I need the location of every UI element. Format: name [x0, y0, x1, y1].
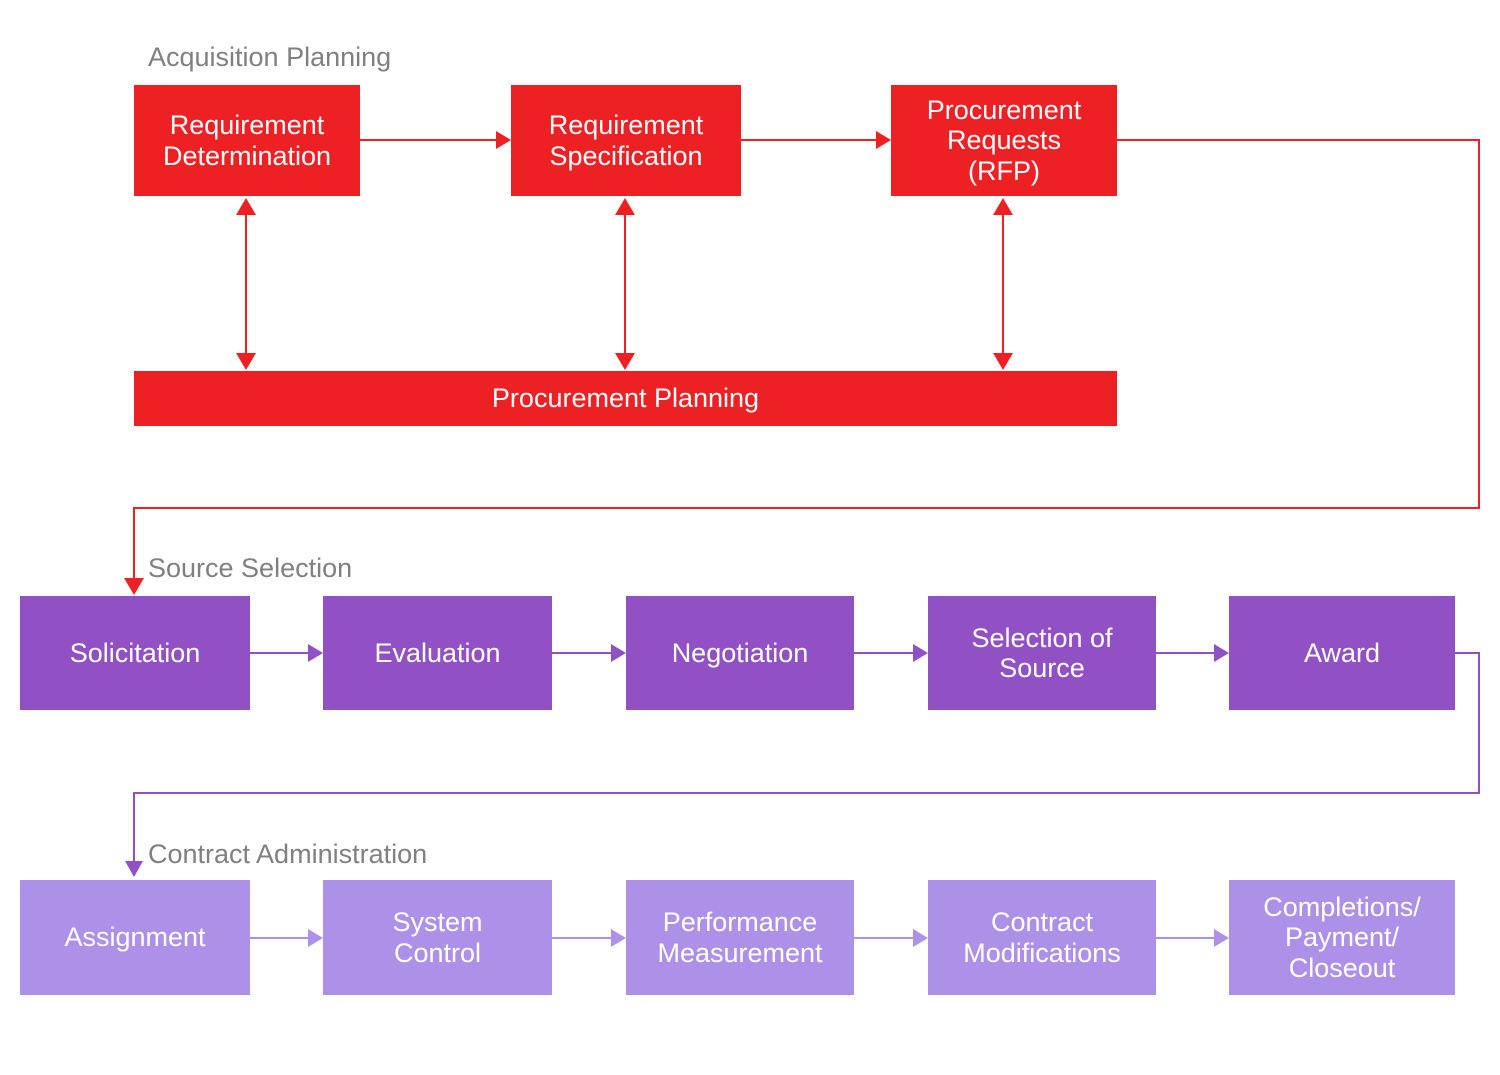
connector-system-to-performance-line	[552, 937, 611, 939]
node-performance-measurement[interactable]: Performance Measurement	[626, 880, 854, 995]
connector-reqdet-to-reqspec-line	[360, 139, 496, 141]
connector-evaluation-to-negotiation-arrowhead	[611, 644, 626, 662]
connector-rfp-to-solicitation-seg-right	[1478, 139, 1480, 509]
node-evaluation[interactable]: Evaluation	[323, 596, 552, 710]
connector-rfp-planning-arrowhead-down	[993, 353, 1013, 370]
connector-reqspec-planning-arrowhead-up	[615, 198, 635, 215]
node-requirement-determination[interactable]: Requirement Determination	[134, 85, 360, 196]
connector-modifications-to-completions-line	[1156, 937, 1214, 939]
connector-selection-to-award-line	[1156, 652, 1214, 654]
connector-assignment-to-system-line	[250, 937, 308, 939]
section-label-contract-administration: Contract Administration	[148, 839, 428, 869]
connector-performance-to-modifications-arrowhead	[913, 929, 928, 947]
connector-reqspec-to-rfp-line	[741, 139, 876, 141]
connector-negotiation-to-selection-line	[854, 652, 913, 654]
node-requirement-specification[interactable]: Requirement Specification	[511, 85, 741, 196]
connector-reqdet-planning-line	[245, 200, 247, 368]
connector-reqdet-planning-arrowhead-up	[236, 198, 256, 215]
connector-solicitation-to-evaluation-arrowhead	[308, 644, 323, 662]
connector-modifications-to-completions-arrowhead	[1214, 929, 1229, 947]
node-completions-payment-closeout[interactable]: Completions/ Payment/ Closeout	[1229, 880, 1455, 995]
connector-reqspec-planning-line	[624, 200, 626, 368]
node-award[interactable]: Award	[1229, 596, 1455, 710]
connector-assignment-to-system-arrowhead	[308, 929, 323, 947]
procurement-process-flowchart: Acquisition Planning Requirement Determi…	[0, 0, 1500, 1075]
node-selection-of-source[interactable]: Selection of Source	[928, 596, 1156, 710]
connector-award-to-assignment-arrowhead	[125, 861, 143, 877]
connector-award-to-assignment-seg-top	[1455, 652, 1480, 654]
section-label-source-selection: Source Selection	[148, 553, 353, 583]
connector-rfp-to-solicitation-arrowhead	[124, 578, 144, 595]
node-procurement-requests[interactable]: Procurement Requests (RFP)	[891, 85, 1117, 196]
connector-negotiation-to-selection-arrowhead	[913, 644, 928, 662]
connector-reqdet-planning-arrowhead-down	[236, 353, 256, 370]
connector-evaluation-to-negotiation-line	[552, 652, 611, 654]
connector-rfp-planning-arrowhead-up	[993, 198, 1013, 215]
connector-solicitation-to-evaluation-line	[250, 652, 308, 654]
connector-rfp-planning-line	[1002, 200, 1004, 368]
connector-system-to-performance-arrowhead	[611, 929, 626, 947]
connector-reqspec-to-rfp-arrowhead	[876, 131, 891, 149]
node-negotiation[interactable]: Negotiation	[626, 596, 854, 710]
connector-reqdet-to-reqspec-arrowhead	[496, 131, 511, 149]
node-solicitation[interactable]: Solicitation	[20, 596, 250, 710]
node-procurement-planning[interactable]: Procurement Planning	[134, 371, 1117, 426]
node-contract-modifications[interactable]: Contract Modifications	[928, 880, 1156, 995]
connector-award-to-assignment-seg-bottom	[133, 792, 1480, 794]
connector-performance-to-modifications-line	[854, 937, 913, 939]
connector-rfp-to-solicitation-seg-top	[1117, 139, 1480, 141]
node-assignment[interactable]: Assignment	[20, 880, 250, 995]
section-label-acquisition-planning: Acquisition Planning	[148, 42, 392, 72]
connector-reqspec-planning-arrowhead-down	[615, 353, 635, 370]
connector-selection-to-award-arrowhead	[1214, 644, 1229, 662]
connector-rfp-to-solicitation-seg-left	[133, 507, 135, 581]
connector-rfp-to-solicitation-seg-bottom	[133, 507, 1480, 509]
node-system-control[interactable]: System Control	[323, 880, 552, 995]
connector-award-to-assignment-seg-left	[133, 792, 135, 864]
connector-award-to-assignment-seg-right	[1478, 652, 1480, 793]
